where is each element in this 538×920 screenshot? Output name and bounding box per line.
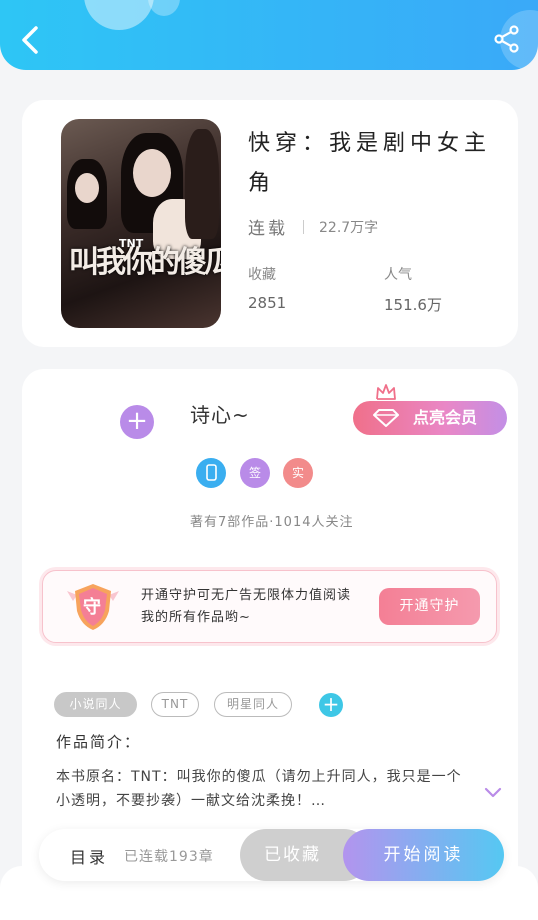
guard-shield-text: 守	[83, 597, 101, 618]
follow-author-button[interactable]: +	[120, 405, 154, 439]
share-icon	[494, 25, 519, 53]
guard-promo: 守 开通守护可无广告无限体力值阅读我的所有作品哟~ 开通守护	[42, 570, 497, 643]
plus-icon: +	[322, 692, 340, 716]
book-status: 连载	[248, 219, 288, 239]
book-info-card: 叫我你的傻瓜 TNT 快穿：我是剧中女主角 连载 22.7万字 收藏 2851 …	[22, 100, 518, 347]
cover-subtitle: TNT	[119, 237, 144, 250]
popularity-count: 151.6万	[384, 296, 442, 314]
popularity-label: 人气	[384, 267, 412, 283]
chevron-left-icon	[22, 26, 38, 54]
chapter-count: 已连载193章	[124, 849, 214, 865]
book-title: 快穿：我是剧中女主角	[248, 131, 492, 196]
intro-text: 本书原名：TNT：叫我你的傻瓜（请勿上升同人，我只是一个小透明，不要抄袭）一献文…	[56, 769, 462, 809]
plus-icon: +	[126, 406, 148, 436]
tag-fan-fiction[interactable]: 小说同人	[54, 692, 137, 717]
collect-count: 2851	[248, 294, 287, 312]
intro-title: 作品简介：	[56, 733, 142, 751]
book-cover[interactable]: 叫我你的傻瓜 TNT	[61, 119, 221, 328]
diamond-icon	[373, 409, 399, 427]
share-button[interactable]	[492, 24, 522, 54]
divider	[303, 220, 304, 234]
tag-tnt[interactable]: TNT	[151, 692, 199, 717]
author-stats: 著有7部作品·1014人关注	[190, 515, 354, 530]
bottom-action-bar: 目录 已连载193章 已收藏 开始阅读	[39, 829, 504, 881]
decor-bubble	[148, 0, 180, 16]
collect-label: 收藏	[248, 267, 276, 283]
guard-button[interactable]: 开通守护	[379, 588, 480, 625]
phone-icon	[206, 464, 217, 481]
top-header	[0, 0, 538, 70]
cover-art	[133, 149, 171, 197]
add-tag-button[interactable]: +	[319, 693, 343, 717]
start-reading-button[interactable]: 开始阅读	[343, 829, 504, 881]
cover-art	[75, 173, 99, 203]
verified-badge: 实	[283, 458, 313, 488]
word-count: 22.7万字	[319, 220, 379, 236]
tag-celebrity[interactable]: 明星同人	[214, 692, 292, 717]
vip-button[interactable]: 点亮会员	[353, 401, 507, 435]
cover-art	[185, 129, 219, 239]
back-button[interactable]	[16, 24, 46, 56]
guard-description: 开通守护可无广告无限体力值阅读我的所有作品哟~	[141, 588, 352, 625]
cover-title: 叫我你的傻瓜	[69, 245, 221, 280]
author-name[interactable]: 诗心~	[190, 399, 250, 428]
chevron-down-icon[interactable]	[484, 786, 502, 798]
signed-badge: 签	[240, 458, 270, 488]
vip-label: 点亮会员	[413, 408, 478, 427]
toc-button[interactable]: 目录	[70, 844, 108, 868]
phone-badge-icon	[196, 458, 226, 488]
crown-icon	[376, 384, 396, 400]
decor-bubble	[84, 0, 154, 30]
